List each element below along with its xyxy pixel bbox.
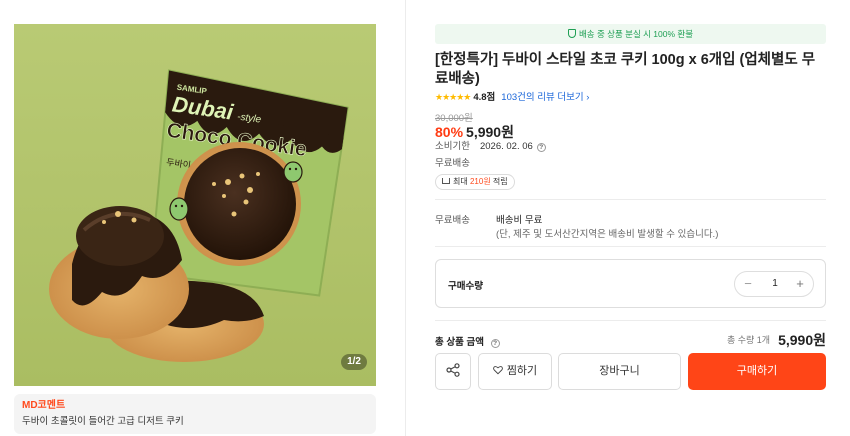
total-label: 총 상품 금액 ? bbox=[435, 334, 500, 348]
mascot-right bbox=[283, 161, 303, 183]
shipping-label: 무료배송 bbox=[435, 215, 470, 226]
share-button[interactable] bbox=[435, 353, 471, 390]
help-icon[interactable]: ? bbox=[490, 339, 500, 348]
review-link-text: 103건의 리뷰 더보기 bbox=[501, 92, 584, 103]
shield-icon bbox=[567, 29, 576, 38]
free-shipping-tag: 무료배송 bbox=[435, 158, 470, 169]
star-rating-icon: ★★★★★ bbox=[435, 92, 471, 102]
product-detail-panel: 배송 중 상품 분실 시 100% 환불 [한정특가] 두바이 스타일 초코 쿠… bbox=[435, 0, 826, 436]
quantity-box: 구매수량 − 1 + bbox=[435, 259, 826, 308]
md-comment-text: 두바이 초콜릿이 들어간 고급 디저트 쿠키 bbox=[22, 416, 184, 427]
review-link[interactable]: 103건의 리뷰 더보기 › bbox=[501, 92, 589, 103]
column-divider bbox=[405, 0, 406, 436]
expiry-date: 2026. 02. 06 bbox=[479, 141, 533, 152]
product-image-gallery[interactable]: SAMLIP Dubai -style Choco Cookie 두바이 초코쿠… bbox=[14, 24, 376, 386]
share-icon bbox=[446, 363, 460, 377]
wishlist-button[interactable]: 찜하기 bbox=[478, 353, 552, 390]
points-prefix: 최대 bbox=[453, 177, 468, 186]
mascot-left bbox=[169, 197, 189, 221]
quantity-label: 구매수량 bbox=[448, 281, 483, 292]
refund-promo-text: 배송 중 상품 분실 시 100% 환불 bbox=[578, 29, 694, 39]
wishlist-label: 찜하기 bbox=[506, 365, 538, 377]
points-badge: 최대 210원 적립 bbox=[435, 174, 515, 190]
increase-quantity-button[interactable]: + bbox=[789, 272, 811, 296]
points-amount: 210원 bbox=[469, 177, 491, 186]
rating-score: 4.8점 bbox=[473, 92, 496, 103]
sale-price: 5,990원 bbox=[466, 124, 514, 140]
discount-rate: 80% bbox=[435, 124, 464, 140]
quantity-value[interactable]: 1 bbox=[765, 272, 785, 296]
total-label-text: 총 상품 금액 bbox=[435, 337, 484, 348]
divider bbox=[435, 320, 826, 321]
expiry-row: 소비기한 2026. 02. 06? bbox=[435, 141, 546, 153]
buy-now-button[interactable]: 구매하기 bbox=[688, 353, 826, 390]
product-title: [한정특가] 두바이 스타일 초코 쿠키 100g x 6개입 (업체별도 무료… bbox=[435, 52, 816, 87]
md-comment-box: MD코멘트 두바이 초콜릿이 들어간 고급 디저트 쿠키 bbox=[14, 394, 376, 434]
divider bbox=[435, 199, 826, 200]
divider bbox=[435, 246, 826, 247]
refund-promo-banner: 배송 중 상품 분실 시 100% 환불 bbox=[435, 24, 826, 44]
decrease-quantity-button[interactable]: − bbox=[737, 272, 759, 296]
crown-icon bbox=[442, 178, 450, 184]
help-icon[interactable]: ? bbox=[536, 143, 546, 152]
add-to-cart-button[interactable]: 장바구니 bbox=[558, 353, 681, 390]
price-line: 80% 5,990원 bbox=[435, 123, 514, 141]
md-comment-title: MD코멘트 bbox=[22, 400, 66, 411]
total-price: 5,990원 bbox=[778, 332, 826, 348]
original-price: 30,000원 bbox=[435, 113, 473, 124]
quantity-stepper: − 1 + bbox=[734, 271, 814, 297]
product-image: SAMLIP Dubai -style Choco Cookie 두바이 초코쿠… bbox=[14, 24, 376, 386]
shipping-note: (단, 제주 및 도서산간지역은 배송비 발생할 수 있습니다.) bbox=[496, 229, 719, 240]
image-pager[interactable]: 1/2 bbox=[341, 354, 367, 370]
rating-row: ★★★★★ 4.8점 103건의 리뷰 더보기 › bbox=[435, 91, 589, 104]
expiry-label: 소비기한 bbox=[435, 141, 470, 152]
heart-icon bbox=[492, 366, 503, 375]
points-suffix: 적립 bbox=[492, 177, 508, 186]
total-summary: 총 수량 1개 5,990원 bbox=[727, 330, 826, 350]
chevron-right-icon: › bbox=[586, 92, 590, 103]
total-count: 총 수량 1개 bbox=[726, 335, 771, 345]
shipping-value: 배송비 무료 bbox=[496, 215, 543, 226]
